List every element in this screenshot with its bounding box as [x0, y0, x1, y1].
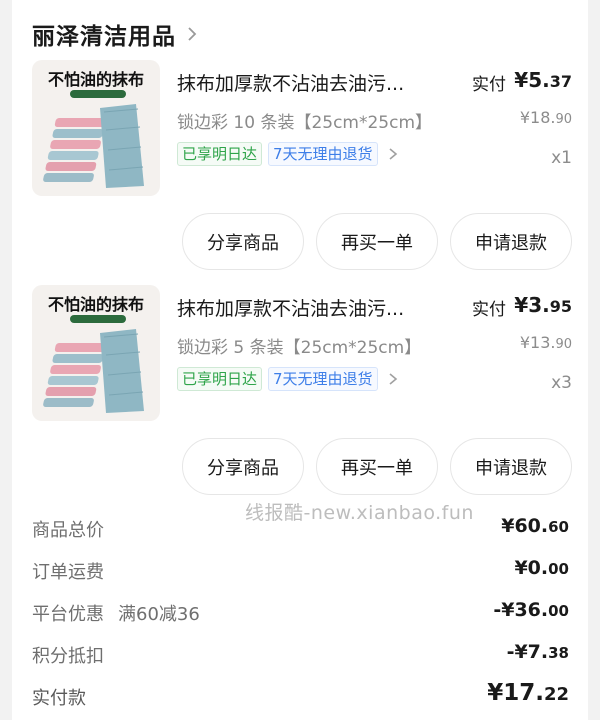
original-price-dec: 90 — [555, 112, 572, 127]
original-price-int: ¥13. — [519, 333, 556, 352]
discount-value-int: -¥36. — [493, 599, 549, 621]
chevron-right-icon[interactable] — [388, 372, 398, 386]
service-tags[interactable]: 已享明日达 7天无理由退货 — [177, 142, 398, 166]
discount-label-text: 平台优惠 — [32, 604, 104, 625]
points-value: -¥7.38 — [507, 641, 569, 663]
total-label: 商品总价 — [32, 520, 104, 541]
shipping-value: ¥0.00 — [514, 557, 569, 579]
summary-row-paid: 实付款 ¥17.22 — [32, 676, 569, 718]
thumbnail-banner — [70, 90, 126, 98]
product-title[interactable]: 抹布加厚款不沾油去油污... — [177, 294, 462, 321]
product-item[interactable]: 不怕油的抹布 抹布加厚款不沾油去油污... 实付 ¥5.37 锁边彩 10 条装… — [32, 60, 572, 280]
paid-total-value: ¥17.22 — [487, 680, 569, 706]
price-summary: 商品总价 ¥60.60 订单运费 ¥0.00 平台优惠 满60减36 -¥36.0… — [32, 508, 569, 718]
paid-price: ¥5.37 — [514, 68, 572, 92]
paid-label: 实付 — [472, 75, 506, 95]
towel-stack-image — [43, 104, 144, 188]
thumbnail-caption: 不怕油的抹布 — [47, 295, 144, 314]
shipping-label: 订单运费 — [32, 562, 104, 583]
original-price-int: ¥18. — [519, 108, 556, 127]
request-refund-button[interactable]: 申请退款 — [450, 438, 572, 495]
paid-price-dec: 95 — [549, 297, 572, 316]
next-day-delivery-tag: 已享明日达 — [177, 142, 263, 166]
summary-row-total: 商品总价 ¥60.60 — [32, 508, 569, 550]
paid-price-int: ¥5. — [514, 68, 550, 92]
product-variant: 锁边彩 5 条装【25cm*25cm】 — [177, 338, 422, 358]
share-product-button[interactable]: 分享商品 — [182, 213, 304, 270]
summary-row-shipping: 订单运费 ¥0.00 — [32, 550, 569, 592]
item-actions: 分享商品 再买一单 申请退款 — [182, 213, 572, 270]
chevron-right-icon[interactable] — [186, 26, 198, 42]
total-value-dec: 60 — [548, 518, 569, 536]
quantity: x3 — [551, 373, 572, 393]
thumbnail-banner — [70, 315, 126, 323]
points-label: 积分抵扣 — [32, 646, 104, 667]
summary-row-points: 积分抵扣 -¥7.38 — [32, 634, 569, 676]
buy-again-button[interactable]: 再买一单 — [316, 213, 438, 270]
original-price-dec: 90 — [555, 337, 572, 352]
product-thumbnail[interactable]: 不怕油的抹布 — [32, 60, 160, 196]
paid-total-int: ¥17. — [487, 680, 544, 706]
paid-label: 实付 — [472, 300, 506, 320]
discount-value-dec: 00 — [548, 602, 569, 620]
next-day-delivery-tag: 已享明日达 — [177, 367, 263, 391]
share-product-button[interactable]: 分享商品 — [182, 438, 304, 495]
chevron-right-icon[interactable] — [388, 147, 398, 161]
original-price: ¥13.90 — [520, 333, 572, 352]
points-value-int: -¥7. — [506, 641, 549, 663]
paid-price-dec: 37 — [549, 72, 572, 91]
buy-again-button[interactable]: 再买一单 — [316, 438, 438, 495]
shipping-value-dec: 00 — [548, 560, 569, 578]
points-value-dec: 38 — [548, 644, 569, 662]
discount-value: -¥36.00 — [493, 599, 569, 621]
product-item[interactable]: 不怕油的抹布 抹布加厚款不沾油去油污... 实付 ¥3.95 锁边彩 5 条装【… — [32, 285, 572, 505]
shipping-value-int: ¥0. — [514, 557, 549, 579]
product-title[interactable]: 抹布加厚款不沾油去油污... — [177, 69, 462, 96]
service-tags[interactable]: 已享明日达 7天无理由退货 — [177, 367, 398, 391]
order-detail-card: 丽泽清洁用品 不怕油的抹布 抹布加厚款不沾油去油污... 实付 ¥5.37 锁边… — [12, 0, 588, 720]
thumbnail-caption: 不怕油的抹布 — [47, 70, 144, 89]
product-thumbnail[interactable]: 不怕油的抹布 — [32, 285, 160, 421]
return-policy-tag: 7天无理由退货 — [268, 142, 378, 166]
return-policy-tag: 7天无理由退货 — [268, 367, 378, 391]
item-actions: 分享商品 再买一单 申请退款 — [182, 438, 572, 495]
request-refund-button[interactable]: 申请退款 — [450, 213, 572, 270]
paid-price-int: ¥3. — [514, 293, 550, 317]
total-value: ¥60.60 — [501, 515, 569, 537]
store-name[interactable]: 丽泽清洁用品 — [32, 17, 176, 51]
summary-row-discount: 平台优惠 满60减36 -¥36.00 — [32, 592, 569, 634]
quantity: x1 — [551, 148, 572, 168]
discount-note: 满60减36 — [118, 604, 200, 625]
total-value-int: ¥60. — [501, 515, 549, 537]
product-variant: 锁边彩 10 条装【25cm*25cm】 — [177, 113, 433, 133]
original-price: ¥18.90 — [520, 108, 572, 127]
paid-price: ¥3.95 — [514, 293, 572, 317]
towel-stack-image — [43, 329, 144, 413]
store-header[interactable]: 丽泽清洁用品 — [32, 14, 198, 54]
discount-label: 平台优惠 满60减36 — [32, 600, 200, 626]
paid-total-label: 实付款 — [32, 688, 86, 709]
paid-total-dec: 22 — [543, 684, 569, 705]
